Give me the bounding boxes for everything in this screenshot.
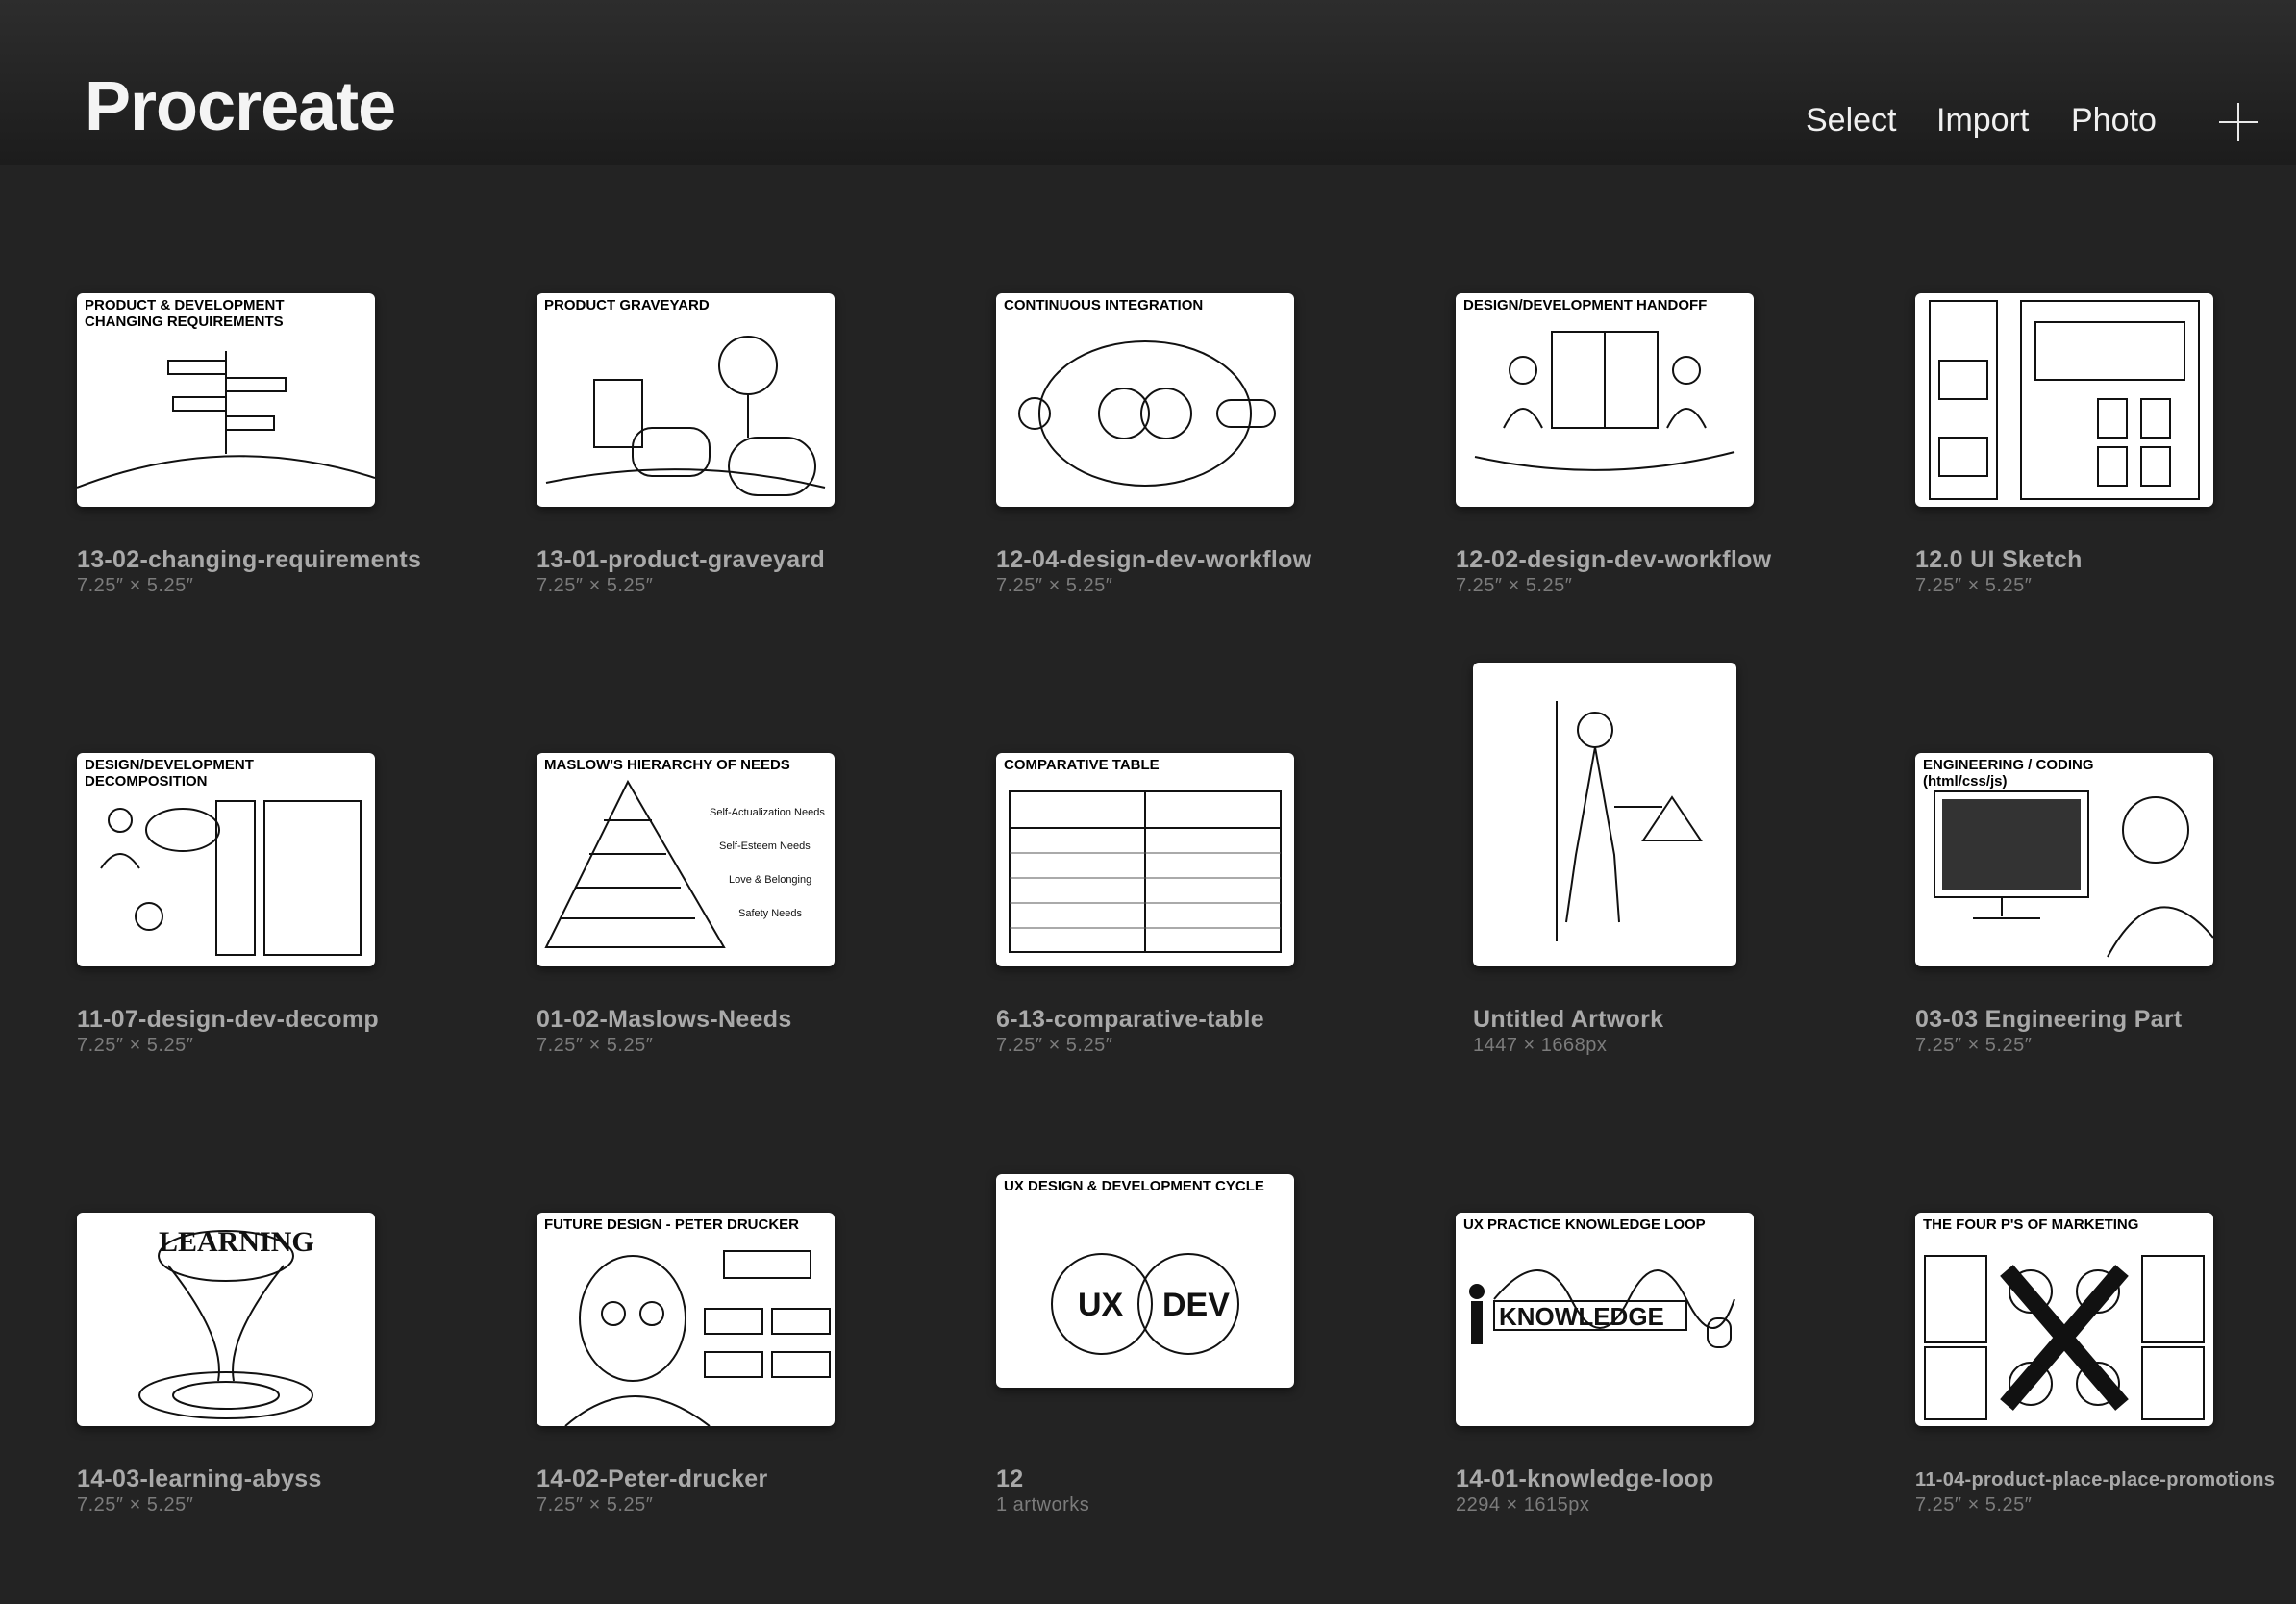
artwork-thumbnail[interactable]: ENGINEERING / CODING (html/css/js) bbox=[1915, 753, 2213, 966]
artwork-name[interactable]: 12-02-design-dev-workflow bbox=[1456, 546, 1771, 574]
artwork-name[interactable]: 14-02-Peter-drucker bbox=[537, 1466, 768, 1493]
artwork-thumbnail[interactable]: CONTINUOUS INTEGRATION bbox=[996, 293, 1294, 507]
artwork-thumbnail[interactable]: KNOWLEDGE UX PRACTICE KNOWLEDGE LOOP bbox=[1456, 1213, 1754, 1426]
artwork-name[interactable]: 03-03 Engineering Part bbox=[1915, 1006, 2183, 1034]
thumbnail-title: DESIGN/DEVELOPMENT HANDOFF bbox=[1463, 297, 1708, 313]
artwork-name[interactable]: 11-04-product-place-place-promotions bbox=[1915, 1469, 2275, 1491]
artwork-thumbnail[interactable]: FUTURE DESIGN - PETER DRUCKER bbox=[537, 1213, 835, 1426]
stack-count: 1 artworks bbox=[996, 1494, 1090, 1516]
artwork-dimensions: 7.25″ × 5.25″ bbox=[537, 1035, 654, 1056]
artwork-thumbnail[interactable]: DESIGN/DEVELOPMENT DECOMPOSITION bbox=[77, 753, 375, 966]
artwork-dimensions: 7.25″ × 5.25″ bbox=[537, 575, 654, 596]
artwork-thumbnail[interactable] bbox=[1473, 663, 1736, 966]
artwork-dimensions: 7.25″ × 5.25″ bbox=[77, 575, 194, 596]
thumbnail-title: DESIGN/DEVELOPMENT DECOMPOSITION bbox=[85, 757, 254, 789]
artwork-name[interactable]: 12-04-design-dev-workflow bbox=[996, 546, 1311, 574]
svg-text:Self-Actualization Needs: Self-Actualization Needs bbox=[710, 807, 825, 818]
artwork-dimensions: 7.25″ × 5.25″ bbox=[1915, 1494, 2033, 1516]
artwork-thumbnail[interactable]: DESIGN/DEVELOPMENT HANDOFF bbox=[1456, 293, 1754, 507]
svg-text:DEV: DEV bbox=[1162, 1287, 1230, 1323]
artwork-dimensions: 7.25″ × 5.25″ bbox=[77, 1494, 194, 1516]
svg-text:Self-Esteem Needs: Self-Esteem Needs bbox=[719, 840, 811, 852]
artwork-dimensions: 7.25″ × 5.25″ bbox=[1915, 1035, 2033, 1056]
photo-button[interactable]: Photo bbox=[2071, 102, 2157, 139]
artwork-name[interactable]: 01-02-Maslows-Needs bbox=[537, 1006, 792, 1034]
artwork-dimensions: 2294 × 1615px bbox=[1456, 1494, 1590, 1516]
artwork-dimensions: 7.25″ × 5.25″ bbox=[77, 1035, 194, 1056]
artwork-name[interactable]: Untitled Artwork bbox=[1473, 1006, 1663, 1034]
artwork-thumbnail[interactable]: Self-Actualization Needs Self-Esteem Nee… bbox=[537, 753, 835, 966]
artwork-name[interactable]: 12.0 UI Sketch bbox=[1915, 546, 2083, 574]
artwork-dimensions: 1447 × 1668px bbox=[1473, 1035, 1608, 1056]
thumbnail-title: UX PRACTICE KNOWLEDGE LOOP bbox=[1463, 1216, 1706, 1233]
artwork-thumbnail[interactable]: UX DEV UX DESIGN & DEVELOPMENT CYCLE bbox=[996, 1174, 1294, 1388]
artwork-name[interactable]: 12 bbox=[996, 1466, 1023, 1493]
thumbnail-title: CONTINUOUS INTEGRATION bbox=[1004, 297, 1204, 313]
artwork-thumbnail[interactable]: PRODUCT & DEVELOPMENT CHANGING REQUIREME… bbox=[77, 293, 375, 507]
svg-text:Safety Needs: Safety Needs bbox=[738, 908, 803, 919]
thumbnail-title: MASLOW'S HIERARCHY OF NEEDS bbox=[544, 757, 790, 773]
thumbnail-title: PRODUCT GRAVEYARD bbox=[544, 297, 710, 313]
artwork-dimensions: 7.25″ × 5.25″ bbox=[996, 575, 1113, 596]
svg-text:KNOWLEDGE: KNOWLEDGE bbox=[1499, 1302, 1664, 1331]
thumbnail-title: PRODUCT & DEVELOPMENT CHANGING REQUIREME… bbox=[85, 297, 285, 330]
thumbnail-title: UX DESIGN & DEVELOPMENT CYCLE bbox=[1004, 1178, 1264, 1194]
artwork-thumbnail[interactable]: COMPARATIVE TABLE bbox=[996, 753, 1294, 966]
thumbnail-title: FUTURE DESIGN - PETER DRUCKER bbox=[544, 1216, 800, 1233]
artwork-dimensions: 7.25″ × 5.25″ bbox=[1915, 575, 2033, 596]
artwork-name[interactable]: 14-03-learning-abyss bbox=[77, 1466, 322, 1493]
artwork-dimensions: 7.25″ × 5.25″ bbox=[537, 1494, 654, 1516]
artwork-thumbnail[interactable] bbox=[1915, 293, 2213, 507]
artwork-name[interactable]: 6-13-comparative-table bbox=[996, 1006, 1264, 1034]
thumbnail-title: ENGINEERING / CODING (html/css/js) bbox=[1923, 757, 2094, 789]
artwork-name[interactable]: 13-01-product-graveyard bbox=[537, 546, 825, 574]
artwork-thumbnail[interactable]: PRODUCT GRAVEYARD bbox=[537, 293, 835, 507]
artwork-dimensions: 7.25″ × 5.25″ bbox=[1456, 575, 1573, 596]
select-button[interactable]: Select bbox=[1806, 102, 1897, 139]
new-canvas-plus-icon[interactable] bbox=[2219, 103, 2258, 141]
svg-text:UX: UX bbox=[1078, 1287, 1124, 1323]
app-title: Procreate bbox=[85, 68, 396, 145]
artwork-name[interactable]: 11-07-design-dev-decomp bbox=[77, 1006, 379, 1034]
artwork-name[interactable]: 13-02-changing-requirements bbox=[77, 546, 421, 574]
artwork-dimensions: 7.25″ × 5.25″ bbox=[996, 1035, 1113, 1056]
thumbnail-title: THE FOUR P'S OF MARKETING bbox=[1923, 1216, 2139, 1233]
svg-text:Love & Belonging: Love & Belonging bbox=[729, 874, 811, 886]
import-button[interactable]: Import bbox=[1936, 102, 2029, 139]
artwork-thumbnail[interactable]: THE FOUR P'S OF MARKETING bbox=[1915, 1213, 2213, 1426]
thumbnail-title: COMPARATIVE TABLE bbox=[1004, 757, 1160, 773]
artwork-thumbnail[interactable]: LEARNING bbox=[77, 1213, 375, 1426]
artwork-name[interactable]: 14-01-knowledge-loop bbox=[1456, 1466, 1714, 1493]
